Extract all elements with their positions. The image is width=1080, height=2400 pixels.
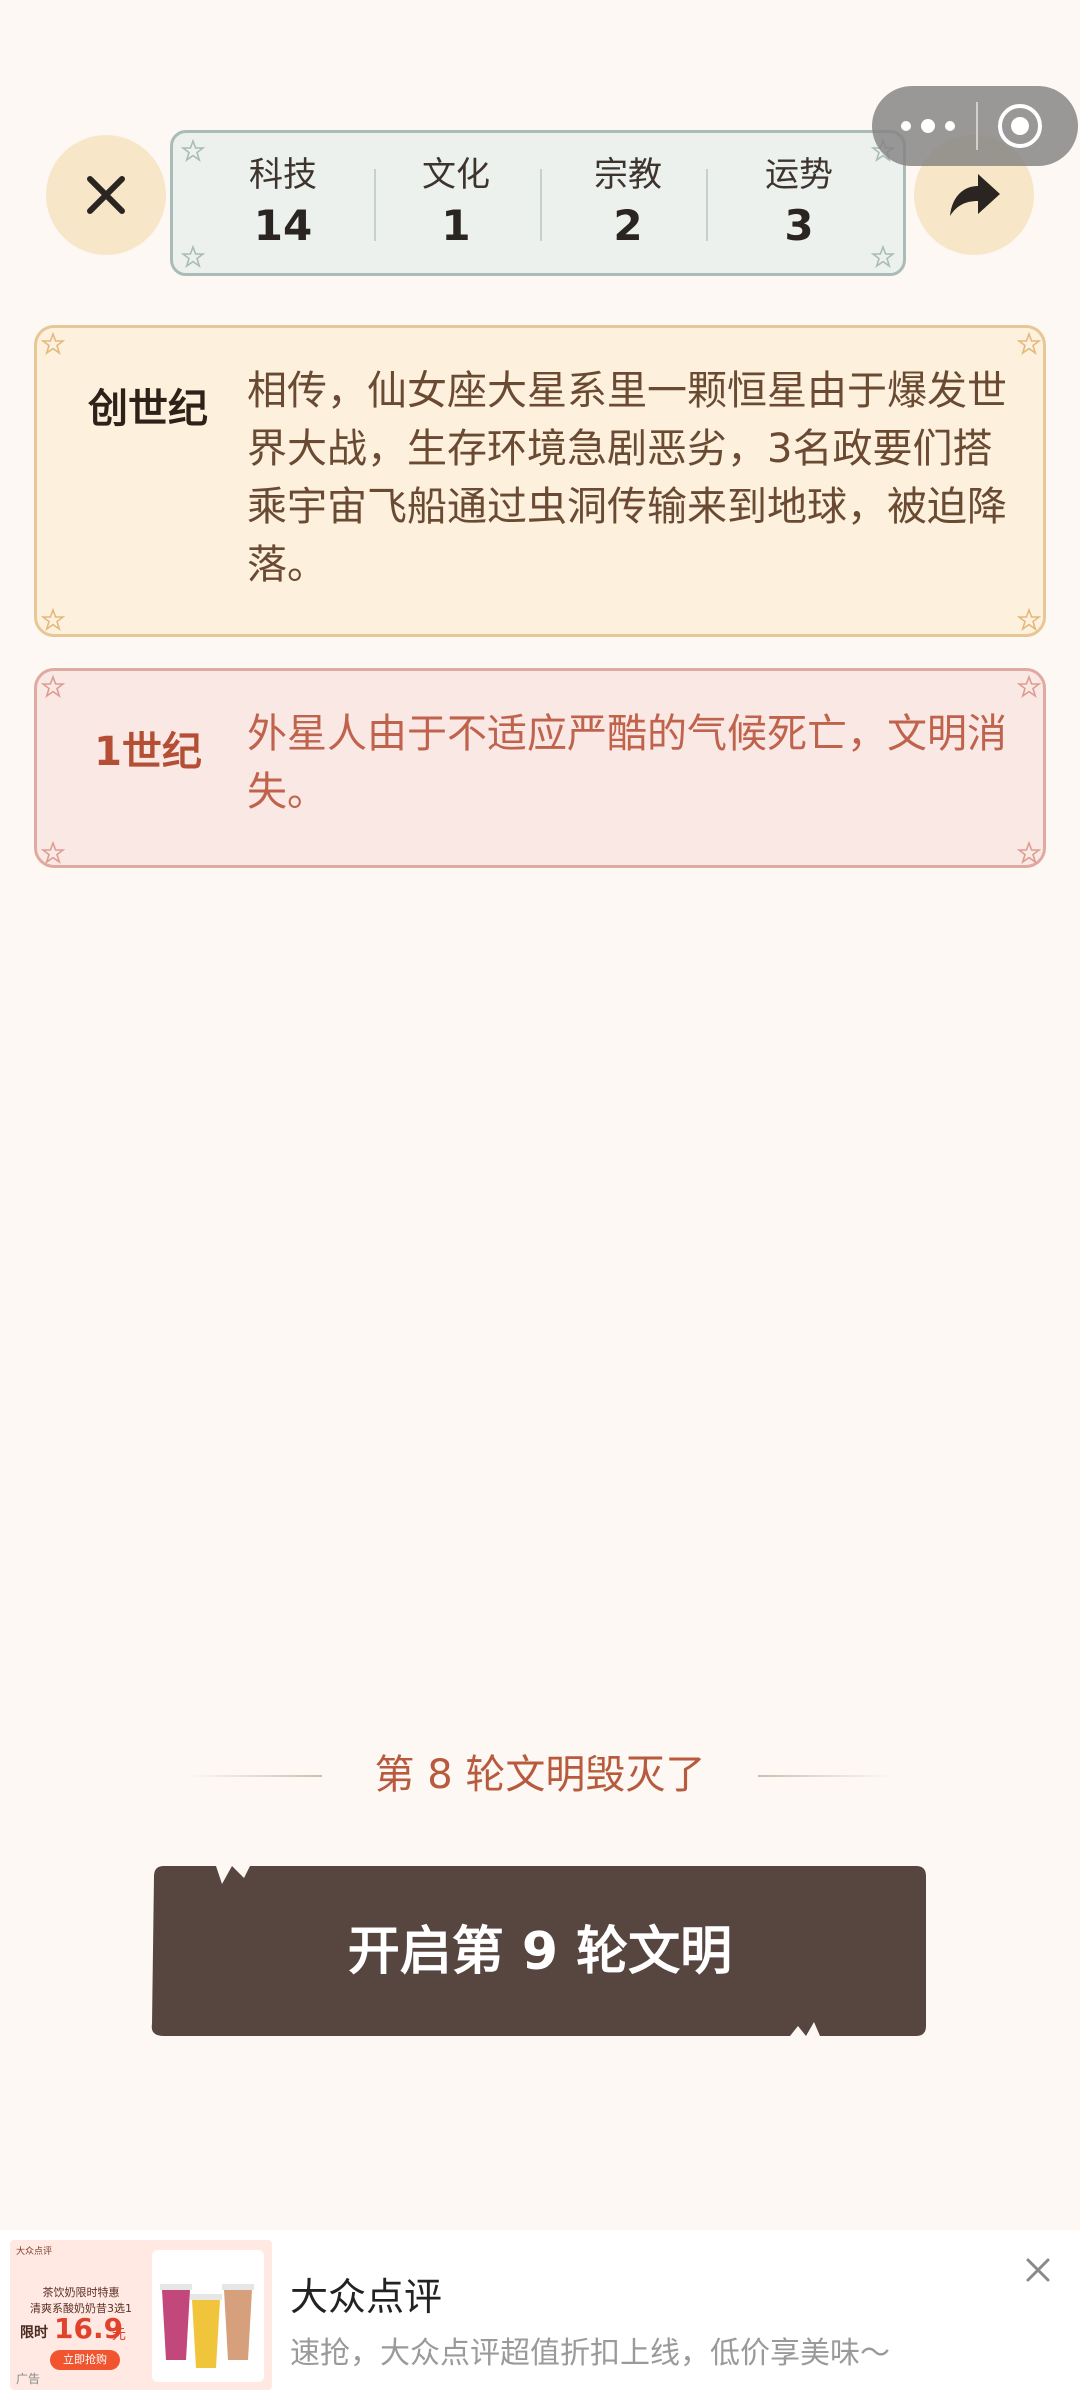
stat-value: 2 [613,201,643,250]
more-dots-icon[interactable] [898,116,958,136]
start-next-civilization-button[interactable]: 开启第 9 轮文明 [150,1864,930,2040]
ad-thumb-brand: 大众点评 [16,2247,53,2257]
destroyed-text: 第 8 轮文明毁灭了 [374,1752,706,1798]
ad-thumbnail[interactable]: 大众点评 茶饮奶限时特惠 清爽系酸奶奶昔3选1 限时 16.9 元 立即抢购 广… [10,2240,272,2390]
stat-technology: 科技 14 [203,153,363,255]
stat-culture: 文化 1 [376,153,536,255]
event-description: 外星人由于不适应严酷的气候死亡，文明消失。 [247,711,1007,815]
ad-title: 大众点评 [290,2275,443,2319]
target-circle-icon[interactable] [996,102,1044,150]
start-button-label: 开启第 9 轮文明 [347,1922,733,1982]
ad-thumb-drinks-image [152,2250,264,2382]
stats-panel: 科技 14 文化 1 宗教 2 运势 3 [170,130,906,276]
close-button[interactable] [46,135,166,255]
event-era-label: 1世纪 [94,729,202,775]
event-card-genesis: 创世纪 相传，仙女座大星系里一颗恒星由于爆发世界大战，生存环境急剧恶劣，3名政要… [34,325,1046,637]
stat-value: 1 [441,201,471,250]
ad-thumb-unit: 元 [112,2327,126,2343]
civilization-destroyed-banner: 第 8 轮文明毁灭了 [0,1745,1080,1805]
star-icon [1017,332,1041,355]
star-icon [41,675,65,698]
star-icon [1017,841,1041,864]
stat-value: 3 [784,201,814,250]
stat-divider [706,169,708,241]
star-icon [41,332,65,355]
ad-subtitle: 速抢，大众点评超值折扣上线，低价享美味～ [290,2336,890,2371]
ad-thumb-limit: 限时 [20,2325,48,2341]
star-icon [1017,675,1041,698]
event-era-label: 创世纪 [88,386,208,432]
star-icon [41,608,65,631]
ad-thumb-line1: 茶饮奶限时特惠 [42,2286,120,2299]
stat-value: 14 [253,201,313,250]
stat-label: 运势 [765,155,833,195]
event-description: 相传，仙女座大星系里一颗恒星由于爆发世界大战，生存环境急剧恶劣，3名政要们搭乘宇… [247,368,1007,588]
stat-fortune: 运势 3 [719,153,879,255]
stat-religion: 宗教 2 [548,153,708,255]
banner-line-right [758,1775,890,1777]
mini-program-capsule [872,86,1078,166]
star-icon [181,139,205,162]
close-icon[interactable] [1020,2252,1056,2288]
stat-divider [540,169,542,241]
stat-label: 文化 [422,155,490,195]
ad-tag: 广告 [16,2372,41,2386]
stat-label: 宗教 [594,155,662,195]
star-icon [1017,608,1041,631]
ad-thumb-buy-button[interactable]: 立即抢购 [50,2350,120,2370]
event-card-century-1: 1世纪 外星人由于不适应严酷的气候死亡，文明消失。 [34,668,1046,868]
star-icon [181,245,205,268]
ad-banner[interactable]: 大众点评 茶饮奶限时特惠 清爽系酸奶奶昔3选1 限时 16.9 元 立即抢购 广… [0,2230,1080,2400]
stat-label: 科技 [249,155,317,195]
star-icon [41,841,65,864]
share-arrow-icon [950,174,1000,216]
drink-cups-icon [160,2284,254,2368]
close-icon [87,176,125,214]
capsule-divider [976,102,978,150]
